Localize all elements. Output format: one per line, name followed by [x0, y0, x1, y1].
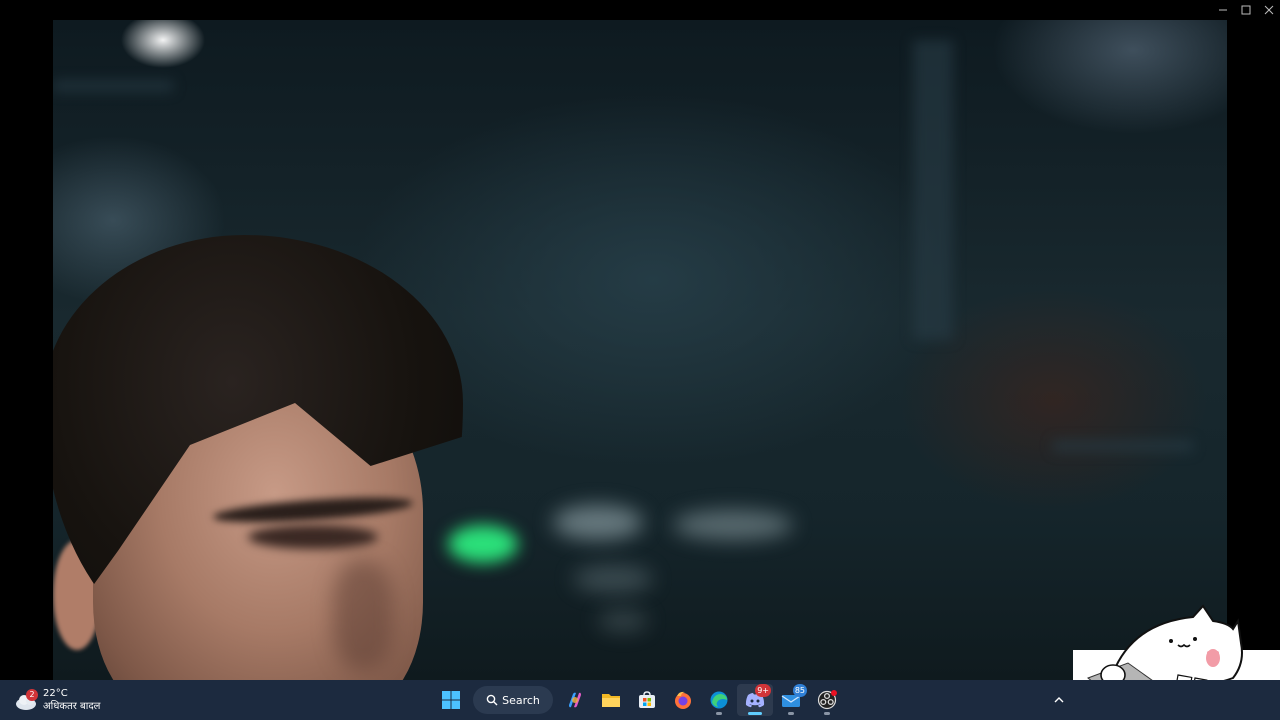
running-indicator — [716, 712, 722, 715]
show-hidden-icons-button[interactable] — [1050, 690, 1068, 710]
mail-button[interactable]: 85 — [773, 684, 809, 716]
weather-badge: 2 — [26, 689, 38, 701]
firefox-button[interactable] — [665, 684, 701, 716]
firefox-icon — [675, 691, 691, 709]
active-indicator — [748, 712, 762, 715]
weather-widget[interactable]: 2 22°C अधिकतर बादल — [14, 684, 100, 716]
windows-logo-icon — [442, 691, 460, 709]
minimize-icon — [1218, 9, 1227, 11]
minimize-button[interactable] — [1211, 0, 1234, 20]
file-explorer-button[interactable] — [593, 684, 629, 716]
start-button[interactable] — [433, 684, 469, 716]
green-light — [448, 525, 518, 563]
copilot-button[interactable] — [557, 684, 593, 716]
discord-badge: 9+ — [755, 684, 771, 697]
weather-temperature: 22°C — [43, 688, 68, 699]
microsoft-store-button[interactable] — [629, 684, 665, 716]
person-nose — [333, 560, 393, 670]
background-pillar — [913, 40, 953, 340]
cloud-icon: 2 — [14, 687, 40, 713]
video-frame[interactable] — [53, 20, 1227, 680]
running-indicator — [788, 712, 794, 715]
search-label: Search — [502, 693, 540, 707]
background-shelf — [53, 80, 173, 92]
monitor-glow — [673, 510, 793, 540]
person-eye — [248, 525, 378, 549]
close-button[interactable] — [1257, 0, 1280, 20]
chevron-up-icon — [1054, 697, 1064, 703]
close-icon — [1264, 5, 1273, 15]
obs-button[interactable] — [809, 684, 845, 716]
taskbar-apps: Search 9+ 85 — [433, 684, 845, 716]
monitor-glow — [553, 505, 643, 540]
search-icon — [486, 694, 498, 706]
maximize-button[interactable] — [1234, 0, 1257, 20]
copilot-icon — [569, 692, 581, 708]
monitor-glow — [598, 610, 648, 632]
store-icon — [639, 691, 655, 708]
background-shelf — [1053, 440, 1193, 452]
edge-button[interactable] — [701, 684, 737, 716]
weather-condition: अधिकतर बादल — [43, 701, 101, 712]
edge-icon — [710, 691, 728, 709]
maximize-icon — [1241, 5, 1250, 15]
discord-button[interactable]: 9+ — [737, 684, 773, 716]
monitor-glow — [573, 565, 653, 593]
folder-icon — [602, 694, 620, 707]
search-button[interactable]: Search — [473, 686, 553, 714]
obs-icon — [817, 690, 837, 710]
taskbar: 2 22°C अधिकतर बादल Search 9+ 85 — [0, 680, 1280, 720]
mail-badge: 85 — [792, 684, 807, 697]
window-controls — [1211, 0, 1280, 20]
running-indicator — [824, 712, 830, 715]
weather-text: 22°C अधिकतर बादल — [43, 687, 100, 713]
